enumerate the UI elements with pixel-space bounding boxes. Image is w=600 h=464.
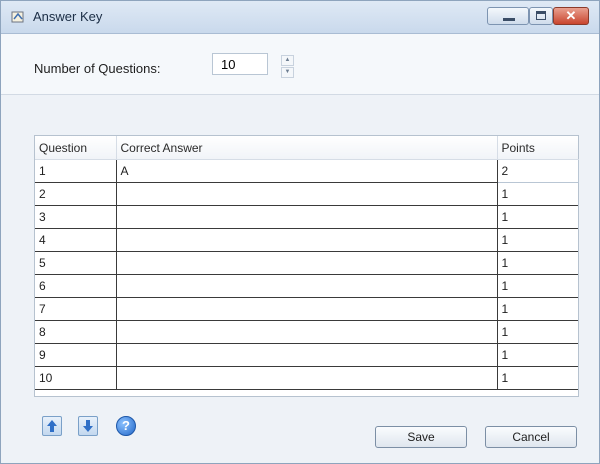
chevron-up-icon: ▲ [284,57,291,63]
settings-panel: Number of Questions: ▲ ▼ [1,34,599,95]
table-row: 6 1 [35,274,578,298]
column-header-question[interactable]: Question [35,136,117,160]
close-button[interactable]: ✕ [553,7,589,25]
help-icon: ? [122,418,130,433]
answer-cell[interactable] [115,182,498,206]
close-icon: ✕ [565,8,577,23]
column-header-correct-answer[interactable]: Correct Answer [116,136,498,160]
maximize-icon [536,11,546,20]
table-row: 7 1 [35,297,578,321]
table-row: 10 1 [35,366,578,390]
points-cell[interactable]: 2 [496,159,579,183]
points-cell[interactable]: 1 [496,297,578,321]
question-cell[interactable]: 10 [35,366,117,390]
table-row: 5 1 [35,251,578,275]
question-cell[interactable]: 6 [35,274,117,298]
question-cell[interactable]: 8 [35,320,117,344]
points-cell[interactable]: 1 [496,274,578,298]
stepper-up-button[interactable]: ▲ [281,55,294,66]
app-icon [11,10,25,24]
answer-cell[interactable] [115,343,498,367]
table-row: 1 A 2 [35,159,579,183]
table-row: 2 1 [35,182,578,206]
answer-cell[interactable] [115,366,498,390]
window-title: Answer Key [33,9,103,24]
answer-cell[interactable] [115,274,498,298]
table-row: 8 1 [35,320,578,344]
title-bar[interactable]: Answer Key ✕ [1,1,599,34]
maximize-button[interactable] [529,7,553,25]
points-cell[interactable]: 1 [496,320,578,344]
question-cell[interactable]: 5 [35,251,117,275]
minimize-button[interactable] [487,7,529,25]
save-button[interactable]: Save [375,426,467,448]
minimize-icon [503,18,515,21]
question-cell[interactable]: 4 [35,228,117,252]
points-cell[interactable]: 1 [496,366,578,390]
help-button[interactable]: ? [116,416,136,436]
move-up-button[interactable] [42,416,62,436]
question-cell[interactable]: 2 [35,182,117,206]
move-up-icon [47,420,57,432]
question-cell[interactable]: 1 [35,159,117,183]
chevron-down-icon: ▼ [284,69,291,75]
stepper-down-button[interactable]: ▼ [281,67,294,78]
points-cell[interactable]: 1 [496,205,578,229]
table-header-row: Question Correct Answer Points [35,136,578,160]
points-cell[interactable]: 1 [496,182,578,206]
points-cell[interactable]: 1 [496,251,578,275]
answer-cell[interactable] [115,228,498,252]
table-row: 4 1 [35,228,578,252]
cancel-button[interactable]: Cancel [485,426,577,448]
points-cell[interactable]: 1 [496,343,578,367]
number-of-questions-label: Number of Questions: [34,61,161,76]
answer-key-table: Question Correct Answer Points 1 A 2 2 1 [34,135,579,397]
table-row: 9 1 [35,343,578,367]
move-down-icon [83,420,93,432]
answer-cell[interactable] [115,297,498,321]
answer-cell[interactable] [115,251,498,275]
answer-cell[interactable] [115,320,498,344]
question-cell[interactable]: 9 [35,343,117,367]
table-row: 3 1 [35,205,578,229]
answer-cell[interactable] [115,205,498,229]
move-down-button[interactable] [78,416,98,436]
points-cell[interactable]: 1 [496,228,578,252]
column-header-points[interactable]: Points [497,136,578,160]
number-of-questions-stepper: ▲ ▼ [281,55,294,79]
answer-cell[interactable]: A [115,159,498,183]
answer-key-window: Answer Key ✕ Number of Questions: ▲ ▼ [0,0,600,464]
answer-table-grid: Question Correct Answer Points 1 A 2 2 1 [35,136,579,390]
question-cell[interactable]: 3 [35,205,117,229]
question-cell[interactable]: 7 [35,297,117,321]
number-of-questions-input[interactable] [212,53,268,75]
